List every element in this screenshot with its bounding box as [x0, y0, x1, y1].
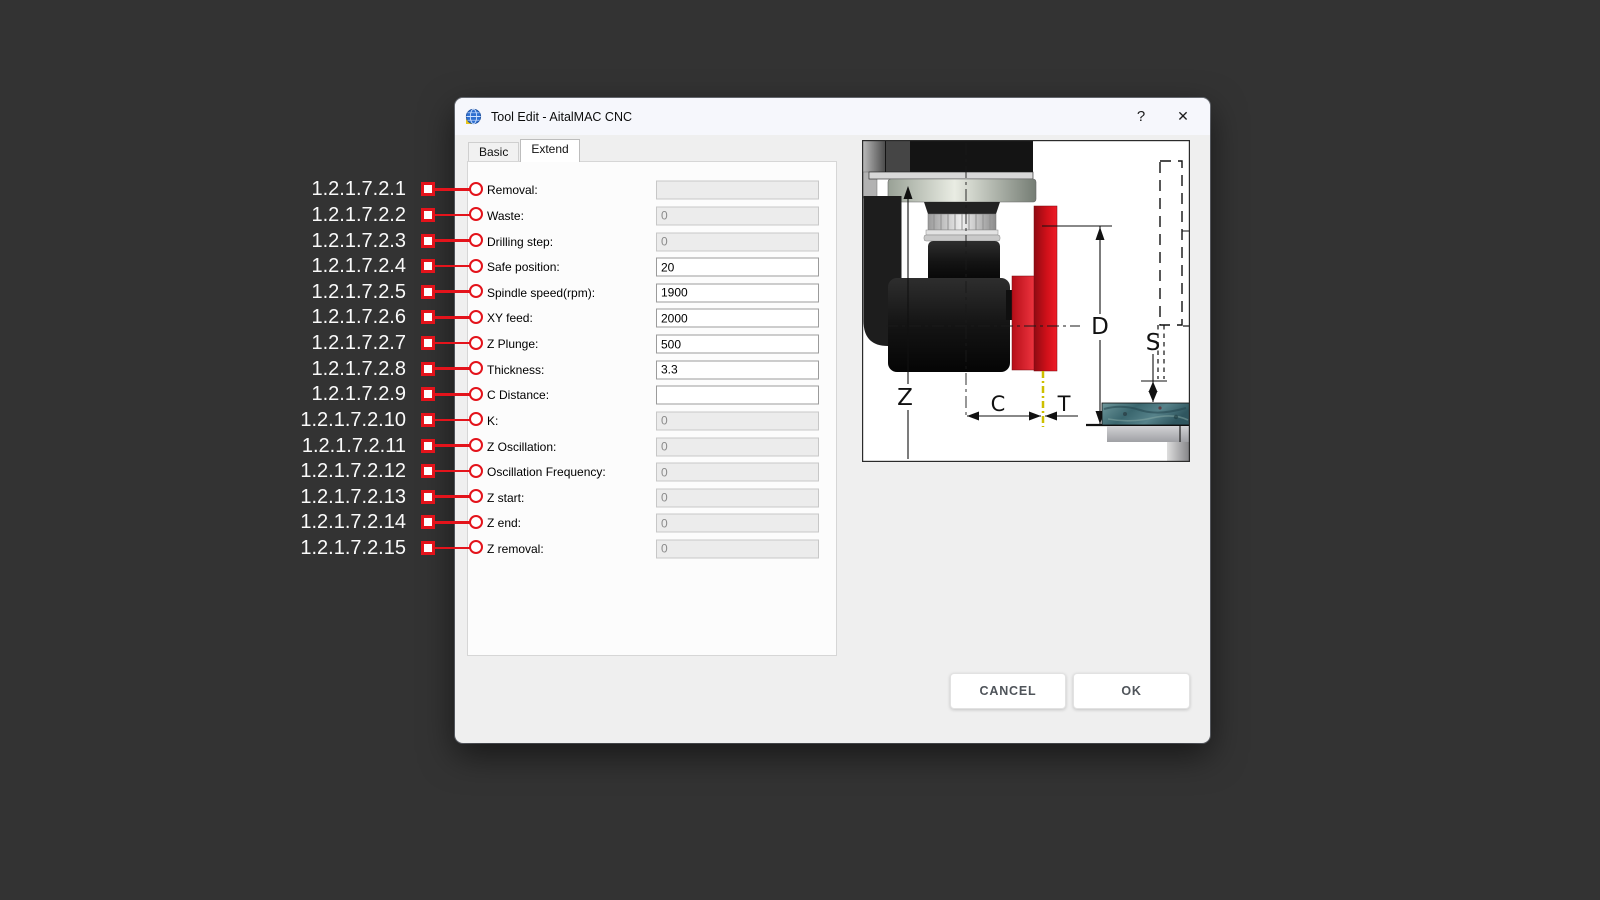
table-leg-shape [1167, 442, 1190, 462]
close-icon[interactable]: ✕ [1166, 103, 1200, 131]
field-label: Z Oscillation: [487, 440, 556, 454]
tab-basic[interactable]: Basic [468, 142, 519, 161]
dimension-label-s: S [1146, 330, 1161, 356]
annotation-square-marker [421, 259, 435, 273]
annotation-label: 1.2.1.7.2.12 [300, 460, 406, 482]
annotation-label: 1.2.1.7.2.7 [311, 332, 406, 354]
table-shape [1107, 426, 1190, 442]
dimension-label-t: T [1057, 392, 1071, 416]
field-input [656, 206, 819, 225]
field-row: Thickness: [468, 358, 836, 382]
annotation-square-marker [421, 515, 435, 529]
annotation-label: 1.2.1.7.2.15 [300, 537, 406, 559]
cancel-button[interactable]: CANCEL [950, 673, 1066, 709]
field-label: C Distance: [487, 388, 549, 402]
tool-body-shape [888, 278, 1010, 372]
saw-blade-shape [1034, 206, 1057, 371]
field-row: Z removal: [468, 537, 836, 561]
field-input [656, 411, 819, 430]
field-label: Safe position: [487, 260, 560, 274]
annotation-label: 1.2.1.7.2.2 [311, 204, 406, 226]
annotation-square-marker [421, 182, 435, 196]
globe-app-icon [465, 108, 482, 125]
field-label: Waste: [487, 209, 524, 223]
field-input[interactable] [656, 335, 819, 354]
dialog-title: Tool Edit - AitalMAC CNC [491, 110, 1124, 124]
annotation-square-marker [421, 490, 435, 504]
annotation-square-marker [421, 362, 435, 376]
desktop-background: Tool Edit - AitalMAC CNC ? ✕ Basic Exten… [0, 0, 1600, 900]
field-label: Thickness: [487, 363, 544, 377]
field-row: Z Plunge: [468, 332, 836, 356]
annotation-square-marker [421, 234, 435, 248]
tool-edit-dialog: Tool Edit - AitalMAC CNC ? ✕ Basic Exten… [455, 98, 1210, 743]
field-label: Drilling step: [487, 235, 553, 249]
field-input [656, 514, 819, 533]
field-input [656, 539, 819, 558]
annotation-label: 1.2.1.7.2.4 [311, 255, 406, 277]
dimension-label-z: Z [897, 385, 913, 411]
field-row: XY feed: [468, 306, 836, 330]
field-label: Oscillation Frequency: [487, 465, 606, 479]
annotation-label: 1.2.1.7.2.8 [311, 358, 406, 380]
field-input [656, 232, 819, 251]
field-label: Z Plunge: [487, 337, 538, 351]
annotation-square-marker [421, 464, 435, 478]
field-row: Oscillation Frequency: [468, 460, 836, 484]
field-row: Removal: [468, 178, 836, 202]
field-row: C Distance: [468, 383, 836, 407]
help-button[interactable]: ? [1124, 103, 1158, 131]
annotation-square-marker [421, 336, 435, 350]
field-input [656, 437, 819, 456]
annotation-label: 1.2.1.7.2.13 [300, 486, 406, 508]
annotation-label: 1.2.1.7.2.6 [311, 306, 406, 328]
field-input [656, 463, 819, 482]
annotation-label: 1.2.1.7.2.11 [302, 435, 406, 457]
field-input[interactable] [656, 309, 819, 328]
tool-diagram-image: Z C T D S [862, 140, 1190, 462]
annotation-square-marker [421, 208, 435, 222]
field-label: Spindle speed(rpm): [487, 286, 595, 300]
annotation-label: 1.2.1.7.2.1 [311, 178, 406, 200]
field-row: Drilling step: [468, 230, 836, 254]
field-label: Z start: [487, 491, 524, 505]
annotation-label: 1.2.1.7.2.3 [311, 230, 406, 252]
dimension-label-c: C [991, 392, 1006, 416]
field-label: K: [487, 414, 498, 428]
annotation-square-marker [421, 439, 435, 453]
field-row: Z start: [468, 486, 836, 510]
field-input [656, 181, 819, 200]
annotation-label: 1.2.1.7.2.9 [311, 383, 406, 405]
extend-tab-page: Removal: Waste: Drilling step: Safe posi… [467, 161, 837, 656]
tab-extend[interactable]: Extend [520, 139, 579, 162]
field-row: Waste: [468, 204, 836, 228]
tab-strip: Basic Extend [468, 139, 581, 161]
annotation-square-marker [421, 310, 435, 324]
annotation-label: 1.2.1.7.2.5 [311, 281, 406, 303]
field-input[interactable] [656, 386, 819, 405]
field-label: Z removal: [487, 542, 544, 556]
field-input[interactable] [656, 360, 819, 379]
field-label: Z end: [487, 516, 521, 530]
field-row: Safe position: [468, 255, 836, 279]
annotation-square-marker [421, 541, 435, 555]
dimension-label-d: D [1091, 314, 1109, 340]
annotation-square-marker [421, 387, 435, 401]
ok-button[interactable]: OK [1073, 673, 1190, 709]
annotation-label: 1.2.1.7.2.10 [300, 409, 406, 431]
blade-flange-shape [1012, 276, 1035, 370]
field-row: Z end: [468, 511, 836, 535]
field-row: Spindle speed(rpm): [468, 281, 836, 305]
annotation-label: 1.2.1.7.2.14 [300, 511, 406, 533]
field-label: XY feed: [487, 311, 533, 325]
field-row: Z Oscillation: [468, 435, 836, 459]
titlebar: Tool Edit - AitalMAC CNC ? ✕ [455, 98, 1210, 135]
annotation-square-marker [421, 285, 435, 299]
field-input [656, 488, 819, 507]
field-input[interactable] [656, 258, 819, 277]
field-row: K: [468, 409, 836, 433]
field-label: Removal: [487, 183, 538, 197]
annotation-square-marker [421, 413, 435, 427]
field-input[interactable] [656, 283, 819, 302]
